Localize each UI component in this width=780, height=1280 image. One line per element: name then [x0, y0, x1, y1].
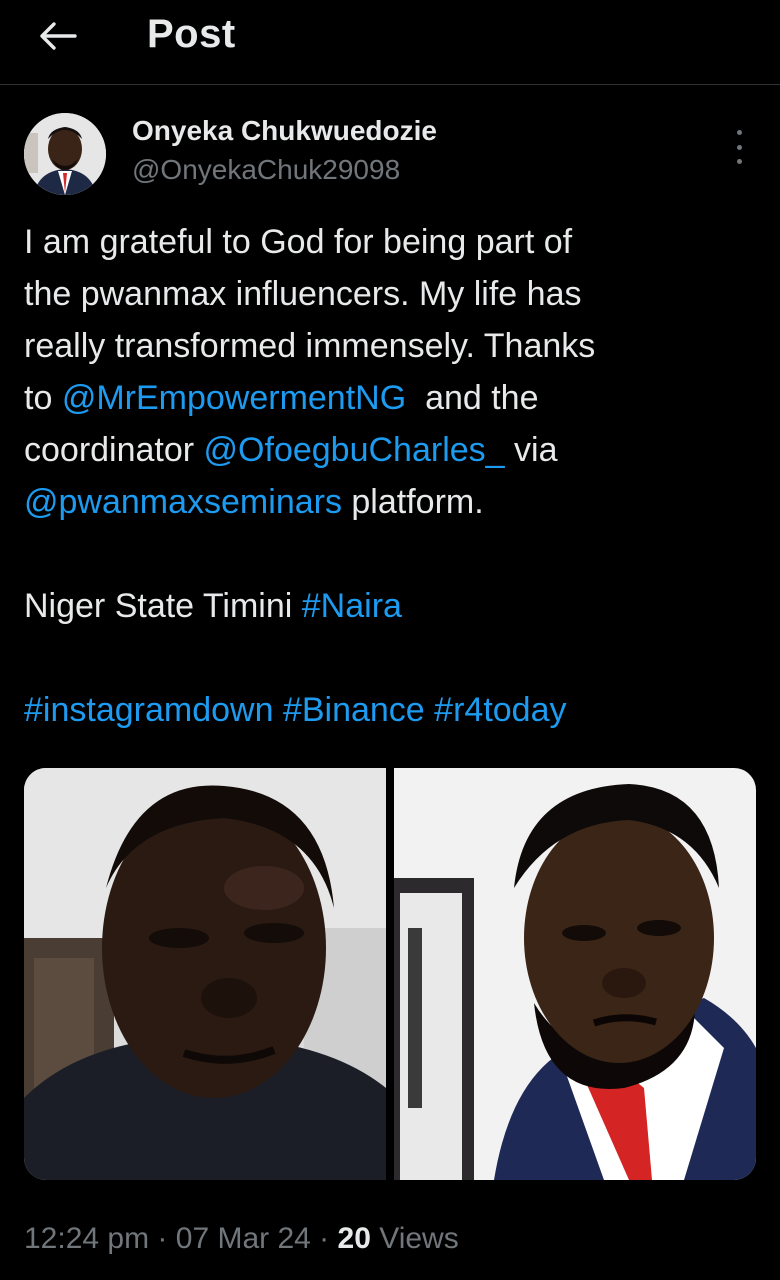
media-grid	[24, 768, 756, 1180]
tweet-line: #instagramdown #Binance #r4today	[24, 684, 764, 736]
post-meta: 12:24 pm · 07 Mar 24 · 20 Views	[24, 1222, 459, 1256]
views-count[interactable]: 20	[338, 1222, 371, 1255]
arrow-left-icon	[40, 22, 77, 50]
text-segment: platform.	[341, 483, 484, 521]
mention-pwanmaxseminars[interactable]: @pwanmaxseminars	[24, 483, 342, 521]
top-bar: Post	[0, 0, 780, 80]
tweet-line: really transformed immensely. Thanks	[24, 327, 596, 365]
views-label[interactable]: Views	[371, 1222, 459, 1255]
tweet-line: to @MrEmpowermentNG and the	[24, 372, 764, 424]
more-vertical-icon[interactable]	[724, 130, 754, 164]
avatar[interactable]	[24, 113, 106, 195]
back-button[interactable]	[36, 16, 80, 56]
media-photo[interactable]	[24, 768, 386, 1180]
tweet-line: I am grateful to God for being part of	[24, 223, 573, 261]
tweet-text: I am grateful to God for being part of t…	[24, 216, 764, 736]
tweet-line: coordinator @OfoegbuCharles_ via	[24, 424, 764, 476]
hashtag-binance[interactable]: #Binance	[283, 691, 425, 729]
mention-mrempowermentng[interactable]: @MrEmpowermentNG	[62, 379, 406, 417]
author-handle[interactable]: @OnyekaChuk29098	[132, 154, 400, 186]
page-title: Post	[147, 12, 236, 56]
header-divider	[0, 84, 780, 85]
text-segment: via	[504, 431, 558, 469]
tweet-line: Niger State Timini #Naira	[24, 580, 764, 632]
text-segment: and the	[406, 379, 539, 417]
post-date: 07 Mar 24	[175, 1222, 311, 1255]
hashtag-r4today[interactable]: #r4today	[434, 691, 566, 729]
text-segment: coordinator	[24, 431, 204, 469]
author-name[interactable]: Onyeka Chukwuedozie	[132, 115, 437, 147]
text-segment: to	[24, 379, 62, 417]
tweet-line: @pwanmaxseminars platform.	[24, 476, 764, 528]
post-time: 12:24 pm	[24, 1222, 150, 1255]
text-segment: Niger State Timini	[24, 587, 302, 625]
meta-separator: ·	[149, 1222, 176, 1255]
hashtag-instagramdown[interactable]: #instagramdown	[24, 691, 273, 729]
mention-ofoegbucharles[interactable]: @OfoegbuCharles_	[204, 431, 505, 469]
meta-separator: ·	[310, 1222, 338, 1255]
media-photo[interactable]	[394, 768, 756, 1180]
tweet-line: the pwanmax influencers. My life has	[24, 275, 582, 313]
hashtag-naira[interactable]: #Naira	[302, 587, 402, 625]
